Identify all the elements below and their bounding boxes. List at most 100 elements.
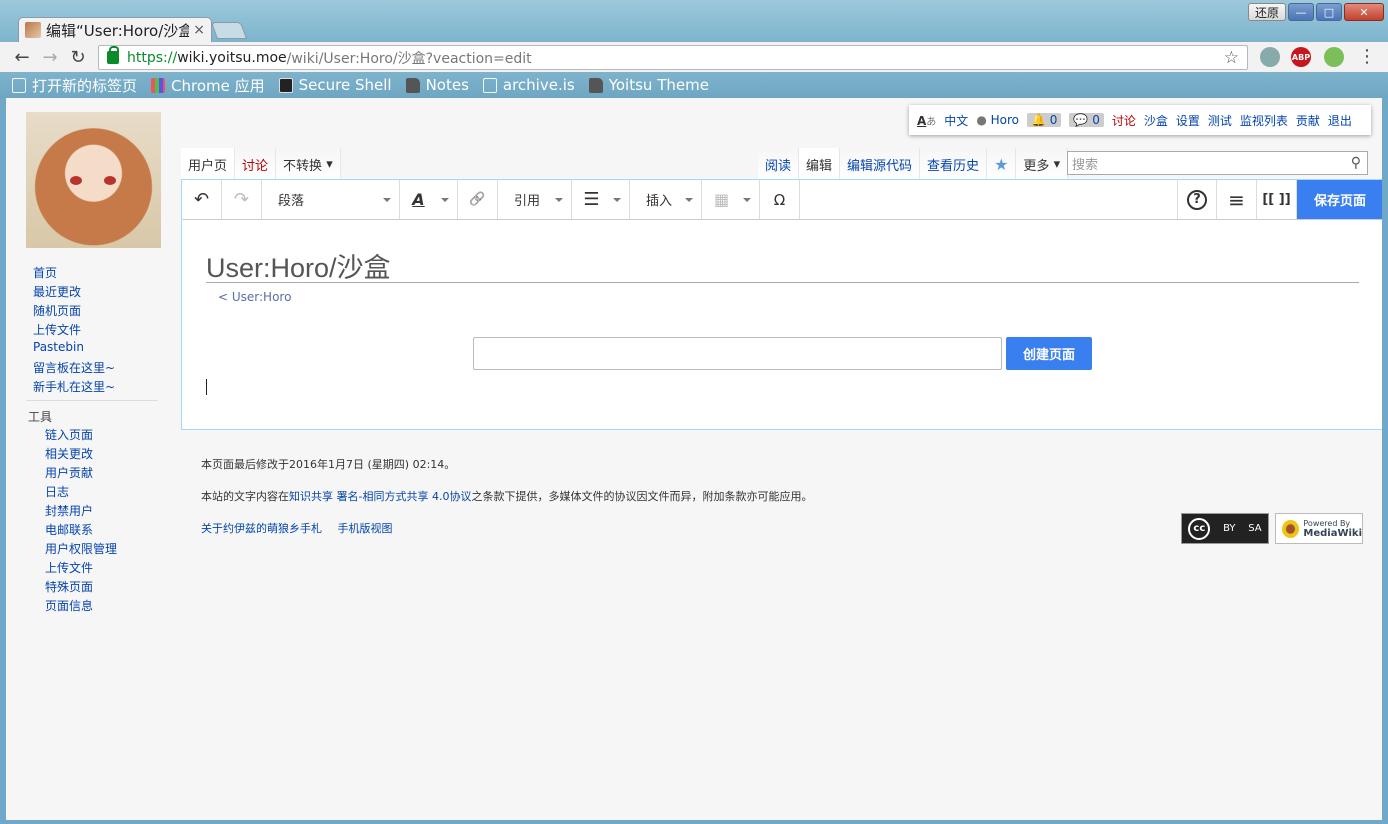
tab-user-page[interactable]: 用户页 bbox=[181, 148, 236, 180]
create-page-button[interactable]: 创建页面 bbox=[1006, 337, 1092, 370]
logout-link[interactable]: 退出 bbox=[1328, 112, 1352, 129]
page-title[interactable]: User:Horo/沙盒 bbox=[206, 246, 391, 285]
sidebar-item-what-links-here[interactable]: 链入页面 bbox=[45, 426, 117, 445]
last-modified: 本页面最后修改于2016年1月7日 (星期四) 02:14。 bbox=[201, 458, 456, 471]
list-dropdown[interactable]: ☰ bbox=[572, 180, 630, 219]
extension-green-icon[interactable] bbox=[1324, 47, 1344, 67]
maximize-button[interactable]: □ bbox=[1316, 3, 1342, 21]
insert-dropdown[interactable]: 插入 bbox=[630, 180, 702, 219]
sidebar-item-random-page[interactable]: 随机页面 bbox=[33, 302, 115, 321]
notifications-alert-badge[interactable]: 🔔 0 bbox=[1027, 113, 1062, 127]
license-link[interactable]: 知识共享 署名-相同方式共享 4.0协议 bbox=[289, 490, 471, 503]
sidebar-item-newbie-notes[interactable]: 新手札在这里~ bbox=[33, 378, 115, 397]
sidebar-item-block-user[interactable]: 封禁用户 bbox=[45, 502, 117, 521]
address-bar[interactable]: https://wiki.yoitsu.moe/wiki/User:Horo/沙… bbox=[98, 45, 1248, 70]
paragraph-format-dropdown[interactable]: 段落 bbox=[262, 180, 400, 219]
table-dropdown[interactable]: ▦ bbox=[702, 180, 760, 219]
contributions-link[interactable]: 贡献 bbox=[1296, 112, 1320, 129]
text-style-dropdown[interactable]: A bbox=[400, 180, 458, 219]
undo-button[interactable]: ↶ bbox=[182, 180, 222, 219]
close-window-button[interactable]: ✕ bbox=[1344, 3, 1384, 21]
language-link[interactable]: 中文 bbox=[944, 112, 968, 129]
sidebar-item-upload-file[interactable]: 上传文件 bbox=[45, 559, 117, 578]
mobile-view-link[interactable]: 手机版视图 bbox=[338, 522, 393, 535]
search-input[interactable]: 搜索 ⚲ bbox=[1067, 151, 1368, 175]
about-link[interactable]: 关于约伊兹的萌狼乡手札 bbox=[201, 522, 322, 535]
page-options-button[interactable]: ≡ bbox=[1217, 180, 1257, 219]
undo-icon: ↶ bbox=[193, 189, 210, 210]
notifications-message-badge[interactable]: 💬 0 bbox=[1069, 113, 1104, 127]
tab-talk[interactable]: 讨论 bbox=[235, 148, 277, 180]
hamburger-icon: ≡ bbox=[1228, 187, 1245, 212]
beta-link[interactable]: 测试 bbox=[1208, 112, 1232, 129]
subpage-breadcrumb[interactable]: < User:Horo bbox=[218, 290, 291, 304]
link-button[interactable]: 🔗 bbox=[458, 180, 498, 219]
sidebar-item-user-rights[interactable]: 用户权限管理 bbox=[45, 540, 117, 559]
bookmark-secure-shell[interactable]: Secure Shell bbox=[278, 76, 392, 94]
tab-edit-source[interactable]: 编辑源代码 bbox=[840, 148, 921, 180]
redo-button[interactable]: ↷ bbox=[222, 180, 262, 219]
extension-icon[interactable] bbox=[1260, 47, 1280, 67]
watch-star-icon[interactable]: ★ bbox=[987, 148, 1017, 180]
bookmark-chrome-apps[interactable]: Chrome 应用 bbox=[151, 75, 265, 96]
sidebar-item-pastebin[interactable]: Pastebin bbox=[33, 340, 115, 359]
reload-button[interactable]: ↻ bbox=[64, 47, 92, 68]
language-icon[interactable]: Aあ bbox=[917, 113, 936, 128]
namespace-tabs: 用户页 讨论 不转换 ▾ bbox=[181, 148, 341, 180]
chevron-down-icon bbox=[613, 198, 621, 206]
save-page-button[interactable]: 保存页面 bbox=[1297, 180, 1382, 219]
help-button[interactable]: ? bbox=[1177, 180, 1217, 219]
footer-links: 关于约伊兹的萌狼乡手札 手机版视图 bbox=[201, 520, 812, 536]
tab-variant-dropdown[interactable]: 不转换 ▾ bbox=[276, 148, 341, 180]
watchlist-link[interactable]: 监视列表 bbox=[1240, 112, 1288, 129]
bookmark-yoitsu-theme[interactable]: Yoitsu Theme bbox=[588, 76, 709, 94]
sidebar-item-related-changes[interactable]: 相关更改 bbox=[45, 445, 117, 464]
browser-menu-icon[interactable]: ⋮ bbox=[1358, 46, 1376, 67]
content-area: ↶ ↷ 段落 A 🔗 引用 ☰ 插入 ▦ Ω ? ≡ [[ ]] 保存页面 Us… bbox=[181, 179, 1382, 430]
restore-tooltip: 还原 bbox=[1248, 3, 1286, 21]
mediawiki-sunflower-icon bbox=[1282, 519, 1300, 538]
back-button[interactable]: ← bbox=[8, 47, 36, 68]
logo-eye-right bbox=[104, 176, 116, 185]
bookmark-star-icon[interactable]: ☆ bbox=[1224, 48, 1239, 68]
powered-by-mediawiki-badge[interactable]: Powered By MediaWiki bbox=[1275, 513, 1363, 544]
forward-button[interactable]: → bbox=[36, 47, 64, 68]
sidebar-item-message-board[interactable]: 留言板在这里~ bbox=[33, 359, 115, 378]
sidebar-item-page-info[interactable]: 页面信息 bbox=[45, 597, 117, 616]
sidebar-item-recent-changes[interactable]: 最近更改 bbox=[33, 283, 115, 302]
new-tab-button[interactable] bbox=[210, 22, 248, 39]
site-logo[interactable] bbox=[26, 112, 161, 248]
tab-edit[interactable]: 编辑 bbox=[799, 148, 841, 180]
search-icon[interactable]: ⚲ bbox=[1351, 155, 1361, 171]
tab-title: 编辑“User:Horo/沙盒 bbox=[46, 21, 190, 40]
browser-tab[interactable]: 编辑“User:Horo/沙盒 × bbox=[18, 17, 212, 42]
sidebar-item-main-page[interactable]: 首页 bbox=[33, 264, 115, 283]
tab-read[interactable]: 阅读 bbox=[758, 148, 800, 180]
cite-dropdown[interactable]: 引用 bbox=[498, 180, 572, 219]
sidebar-item-upload[interactable]: 上传文件 bbox=[33, 321, 115, 340]
bookmark-archive[interactable]: archive.is bbox=[482, 76, 575, 94]
sidebar-tools: 链入页面 相关更改 用户贡献 日志 封禁用户 电邮联系 用户权限管理 上传文件 … bbox=[45, 426, 117, 616]
preferences-link[interactable]: 设置 bbox=[1176, 112, 1200, 129]
special-character-button[interactable]: Ω bbox=[760, 180, 800, 219]
tab-close-icon[interactable]: × bbox=[193, 22, 205, 38]
adblock-icon[interactable]: ABP bbox=[1291, 47, 1311, 67]
tab-more-dropdown[interactable]: 更多 ▾ bbox=[1016, 148, 1069, 180]
bookmark-new-tab[interactable]: 打开新的标签页 bbox=[12, 75, 137, 96]
sidebar-item-logs[interactable]: 日志 bbox=[45, 483, 117, 502]
sidebar-tools-heading[interactable]: 工具 bbox=[28, 408, 52, 425]
create-page-input[interactable] bbox=[473, 337, 1002, 370]
sidebar-item-special-pages[interactable]: 特殊页面 bbox=[45, 578, 117, 597]
tab-history[interactable]: 查看历史 bbox=[920, 148, 988, 180]
source-mode-button[interactable]: [[ ]] bbox=[1257, 180, 1297, 219]
text-cursor[interactable] bbox=[206, 379, 207, 395]
user-link[interactable]: ● Horo bbox=[976, 113, 1019, 127]
link-icon: 🔗 bbox=[469, 192, 486, 207]
talk-link[interactable]: 讨论 bbox=[1112, 112, 1136, 129]
cc-by-sa-badge[interactable]: cc BY SA bbox=[1181, 513, 1269, 544]
bookmark-notes[interactable]: Notes bbox=[405, 76, 469, 94]
sandbox-link[interactable]: 沙盒 bbox=[1144, 112, 1168, 129]
minimize-button[interactable]: — bbox=[1288, 3, 1314, 21]
sidebar-item-email-user[interactable]: 电邮联系 bbox=[45, 521, 117, 540]
sidebar-item-user-contributions[interactable]: 用户贡献 bbox=[45, 464, 117, 483]
